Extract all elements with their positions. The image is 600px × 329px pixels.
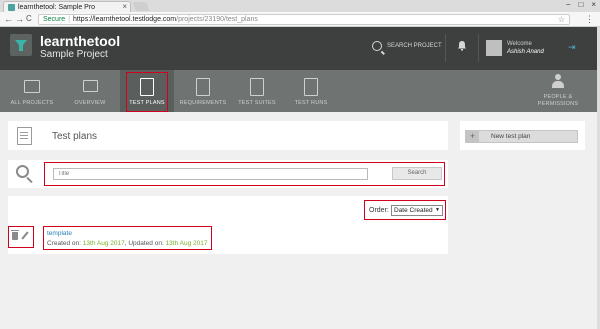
- nav-all-projects[interactable]: ALL PROJECTS: [4, 70, 60, 112]
- nav-test-suites[interactable]: TEST SUITES: [230, 70, 284, 112]
- nav-label: ALL PROJECTS: [10, 100, 54, 106]
- order-selected-value: Date Created: [394, 207, 433, 214]
- maximize-icon[interactable]: □: [578, 0, 583, 9]
- nav-label: OVERVIEW: [74, 100, 106, 106]
- title-search-input[interactable]: [53, 168, 368, 180]
- people-icon: [552, 74, 564, 88]
- tab-close-icon[interactable]: ×: [122, 2, 127, 11]
- test-plans-icon: [17, 127, 32, 145]
- row-actions: [11, 229, 29, 240]
- page-title: Test plans: [52, 131, 98, 142]
- nav-label: TEST SUITES: [238, 100, 276, 106]
- document-icon: [196, 78, 210, 96]
- chevron-down-icon: ▼: [435, 207, 440, 213]
- new-test-plan-button[interactable]: + New test plan: [465, 130, 578, 143]
- back-icon[interactable]: ←: [4, 14, 13, 24]
- minimize-icon[interactable]: −: [566, 0, 571, 9]
- header-divider: [478, 34, 479, 62]
- secure-label: Secure: [43, 16, 66, 23]
- created-date: 13th Aug 2017: [82, 240, 125, 247]
- logo-icon: [15, 40, 27, 51]
- logout-icon[interactable]: ⇥: [568, 42, 576, 53]
- search-icon: [372, 41, 382, 51]
- favicon-icon: [8, 3, 15, 11]
- nav-people-permissions[interactable]: PEOPLE & PERMISSIONS: [530, 70, 586, 112]
- project-name: Sample Project: [40, 49, 108, 60]
- order-select[interactable]: Date Created ▼: [391, 205, 443, 216]
- nav-label: PEOPLE &: [543, 94, 573, 100]
- url-field[interactable]: Secure | https://learnthetool.testlodge.…: [38, 14, 570, 25]
- reload-icon[interactable]: C: [26, 14, 32, 23]
- nav-label: TEST PLANS: [129, 100, 165, 106]
- tab-title: learnthetool: Sample Pro: [18, 3, 96, 11]
- bookmark-star-icon[interactable]: ☆: [558, 15, 565, 24]
- delete-icon[interactable]: [11, 229, 19, 240]
- header-divider: [445, 34, 446, 62]
- separator: |: [68, 16, 71, 23]
- url-host: https://learnthetool.testlodge.com: [73, 16, 177, 23]
- browser-tab[interactable]: learnthetool: Sample Pro ×: [3, 1, 131, 12]
- nav-label: TEST RUNS: [294, 100, 328, 106]
- browser-tabbar: learnthetool: Sample Pro × − □ ×: [0, 0, 600, 12]
- window-close-icon[interactable]: ×: [591, 0, 596, 9]
- updated-label: , Updated on:: [124, 240, 164, 247]
- nav-label: REQUIREMENTS: [179, 100, 227, 106]
- avatar[interactable]: [486, 40, 502, 56]
- test-plan-meta: Created on: 13th Aug 2017, Updated on: 1…: [47, 240, 208, 247]
- app-title: learnthetool: [40, 33, 121, 49]
- test-plans-icon: [140, 78, 154, 96]
- search-button[interactable]: Search: [392, 167, 442, 180]
- overview-icon: [82, 80, 98, 92]
- folder-icon: [24, 80, 40, 93]
- search-project-label: SEARCH PROJECT: [387, 43, 442, 49]
- search-project-button[interactable]: SEARCH PROJECT: [372, 41, 442, 51]
- address-bar: ← → C Secure | https://learnthetool.test…: [0, 12, 600, 27]
- updated-date: 13th Aug 2017: [165, 240, 208, 247]
- test-plan-link[interactable]: template: [47, 230, 72, 237]
- window-controls: − □ ×: [566, 0, 596, 9]
- order-label: Order:: [369, 207, 389, 214]
- created-label: Created on:: [47, 240, 81, 247]
- nav-test-runs[interactable]: TEST RUNS: [284, 70, 338, 112]
- search-icon: [16, 165, 29, 178]
- plus-icon: +: [466, 131, 479, 142]
- project-logo[interactable]: [10, 34, 32, 56]
- new-tab-button[interactable]: [132, 2, 150, 11]
- nav-label: PERMISSIONS: [537, 101, 579, 107]
- username[interactable]: Ashish Anand: [507, 49, 544, 55]
- new-test-plan-label: New test plan: [491, 133, 531, 140]
- nav-test-plans[interactable]: TEST PLANS: [120, 70, 174, 112]
- notification-bell-icon[interactable]: [457, 40, 467, 51]
- list-icon: [250, 78, 264, 96]
- browser-menu-icon[interactable]: ⋮: [585, 14, 594, 25]
- nav-overview[interactable]: OVERVIEW: [62, 70, 118, 112]
- welcome-label: Welcome: [507, 41, 532, 47]
- url-path: /projects/23190/test_plans: [176, 16, 258, 23]
- checklist-icon: [304, 78, 318, 96]
- nav-requirements[interactable]: REQUIREMENTS: [176, 70, 230, 112]
- forward-icon[interactable]: →: [15, 14, 24, 24]
